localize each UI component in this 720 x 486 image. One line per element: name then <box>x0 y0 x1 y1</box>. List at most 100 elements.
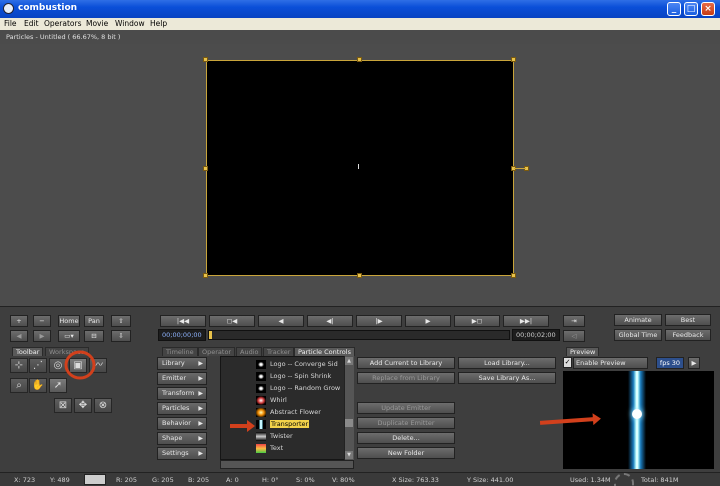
replace-library-button[interactable]: Replace from Library <box>357 372 455 384</box>
zoom-in-button[interactable]: + <box>10 315 28 327</box>
zoom-tool-icon[interactable]: ⌕ <box>10 378 28 393</box>
prev-keyframe-button[interactable]: ◻◀ <box>209 315 255 327</box>
back-icon[interactable]: ◀ <box>10 330 28 342</box>
feedback-toggle[interactable]: Feedback <box>665 329 711 341</box>
menu-window[interactable]: Window <box>115 19 145 28</box>
time-mode-select[interactable]: Global Time <box>614 329 662 341</box>
end-time-field[interactable]: 00;00;02;00 <box>512 329 560 341</box>
enable-preview-label[interactable]: Enable Preview <box>573 357 648 369</box>
pan-button[interactable]: Pan <box>84 315 104 327</box>
tab-toolbar[interactable]: Toolbar <box>12 347 44 356</box>
tab-timeline[interactable]: Timeline <box>162 347 198 356</box>
go-start-button[interactable]: |◀◀ <box>160 315 206 327</box>
playhead[interactable] <box>209 331 212 339</box>
menu-help[interactable]: Help <box>150 19 167 28</box>
scroll-down-icon[interactable]: ▼ <box>345 451 353 459</box>
tab-particle-controls[interactable]: Particle Controls <box>294 347 355 356</box>
layout-icon[interactable]: ⊟ <box>84 330 104 342</box>
tab-operator[interactable]: Operator <box>198 347 236 356</box>
scroll-up-icon[interactable]: ▲ <box>345 357 353 365</box>
menu-settings-button[interactable]: Settings ▶ <box>157 447 207 460</box>
keyframe-icon[interactable]: ◁ <box>563 330 585 342</box>
enable-preview-checkbox[interactable]: ✓ <box>563 357 572 368</box>
play-reverse-button[interactable]: ◀| <box>307 315 353 327</box>
selection-tool-icon[interactable]: ⊹ <box>10 358 28 373</box>
chevron-right-icon: ▶ <box>198 375 203 382</box>
loop-icon[interactable]: ⇥ <box>563 315 585 327</box>
cancel-tool-icon[interactable]: ⊗ <box>94 398 112 413</box>
fps-select[interactable]: fps 30 <box>656 357 684 369</box>
handle-middle-left[interactable] <box>203 166 208 171</box>
anchor-point[interactable] <box>358 164 359 169</box>
library-hscrollbar[interactable] <box>220 460 354 469</box>
download-icon[interactable]: ⇩ <box>111 330 131 342</box>
annotation-circle <box>64 350 96 380</box>
handle-bottom-center[interactable] <box>357 273 362 278</box>
menu-particles-button[interactable]: Particles ▶ <box>157 402 207 415</box>
scroll-thumb[interactable] <box>345 419 353 427</box>
menu-emitter-button[interactable]: Emitter ▶ <box>157 372 207 385</box>
tab-audio[interactable]: Audio <box>236 347 263 356</box>
next-keyframe-button[interactable]: ▶◻ <box>454 315 500 327</box>
thumb-icon <box>256 408 266 417</box>
minimize-icon[interactable]: _ <box>667 2 681 16</box>
menu-transform-button[interactable]: Transform ▶ <box>157 387 207 400</box>
library-item[interactable]: Logo -- Converge Sid <box>270 360 338 368</box>
new-folder-button[interactable]: New Folder <box>357 447 455 459</box>
status-ysize: Y Size: 441.00 <box>467 476 514 484</box>
menu-operators[interactable]: Operators <box>44 19 81 28</box>
handle-bottom-left[interactable] <box>203 273 208 278</box>
library-item[interactable]: Text <box>270 444 283 452</box>
maximize-icon[interactable]: □ <box>684 2 698 16</box>
tab-tracker[interactable]: Tracker <box>263 347 295 356</box>
save-library-button[interactable]: Save Library As... <box>458 372 556 384</box>
zoom-out-button[interactable]: − <box>33 315 51 327</box>
handle-top-right[interactable] <box>511 57 516 62</box>
library-item[interactable]: Logo -- Random Grow <box>270 384 340 392</box>
step-back-button[interactable]: ◀ <box>258 315 304 327</box>
play-preview-icon[interactable]: ▶ <box>688 357 700 369</box>
channel-select[interactable]: ▭▾ <box>58 330 80 342</box>
home-button[interactable]: Home <box>58 315 80 327</box>
hand-tool-icon[interactable]: ✋ <box>29 378 47 393</box>
upload-icon[interactable]: ⇧ <box>111 315 131 327</box>
library-item-selected[interactable]: Transporter <box>270 420 310 428</box>
library-item[interactable]: Abstract Flower <box>270 408 321 416</box>
status-xsize: X Size: 763.33 <box>392 476 439 484</box>
tab-preview[interactable]: Preview <box>566 347 600 356</box>
animate-button[interactable]: Animate <box>614 314 662 326</box>
path-tool-icon[interactable]: ⋰ <box>29 358 47 373</box>
composition-frame[interactable] <box>206 60 514 276</box>
handle-top-center[interactable] <box>357 57 362 62</box>
move-tool-icon[interactable]: ✥ <box>74 398 92 413</box>
time-ruler[interactable] <box>208 330 510 340</box>
menu-movie[interactable]: Movie <box>86 19 108 28</box>
add-current-button[interactable]: Add Current to Library <box>357 357 455 369</box>
library-item[interactable]: Whirl <box>270 396 287 404</box>
go-end-button[interactable]: ▶▶| <box>503 315 549 327</box>
handle-bottom-right[interactable] <box>511 273 516 278</box>
menu-shape-button[interactable]: Shape ▶ <box>157 432 207 445</box>
update-emitter-button[interactable]: Update Emitter <box>357 402 455 414</box>
load-library-button[interactable]: Load Library... <box>458 357 556 369</box>
library-scrollbar[interactable] <box>344 356 354 460</box>
pause-button[interactable]: |▶ <box>356 315 402 327</box>
handle-top-left[interactable] <box>203 57 208 62</box>
menu-behavior-button[interactable]: Behavior ▶ <box>157 417 207 430</box>
menu-file[interactable]: File <box>4 19 17 28</box>
status-g: G: 205 <box>152 476 174 484</box>
play-button[interactable]: ▶ <box>405 315 451 327</box>
menu-library-button[interactable]: Library ▶ <box>157 357 207 370</box>
transform-tool-icon[interactable]: ⊠ <box>54 398 72 413</box>
forward-icon[interactable]: ▶ <box>33 330 51 342</box>
delete-button[interactable]: Delete... <box>357 432 455 444</box>
status-x: X: 723 <box>14 476 36 484</box>
current-time-field[interactable]: 00;00;00;00 <box>158 329 206 341</box>
duplicate-emitter-button[interactable]: Duplicate Emitter <box>357 417 455 429</box>
chevron-right-icon: ▶ <box>198 420 203 427</box>
close-icon[interactable]: × <box>701 2 715 16</box>
quality-select[interactable]: Best <box>665 314 711 326</box>
library-item[interactable]: Logo -- Spin Shrink <box>270 372 331 380</box>
menu-edit[interactable]: Edit <box>24 19 39 28</box>
library-item[interactable]: Twister <box>270 432 293 440</box>
